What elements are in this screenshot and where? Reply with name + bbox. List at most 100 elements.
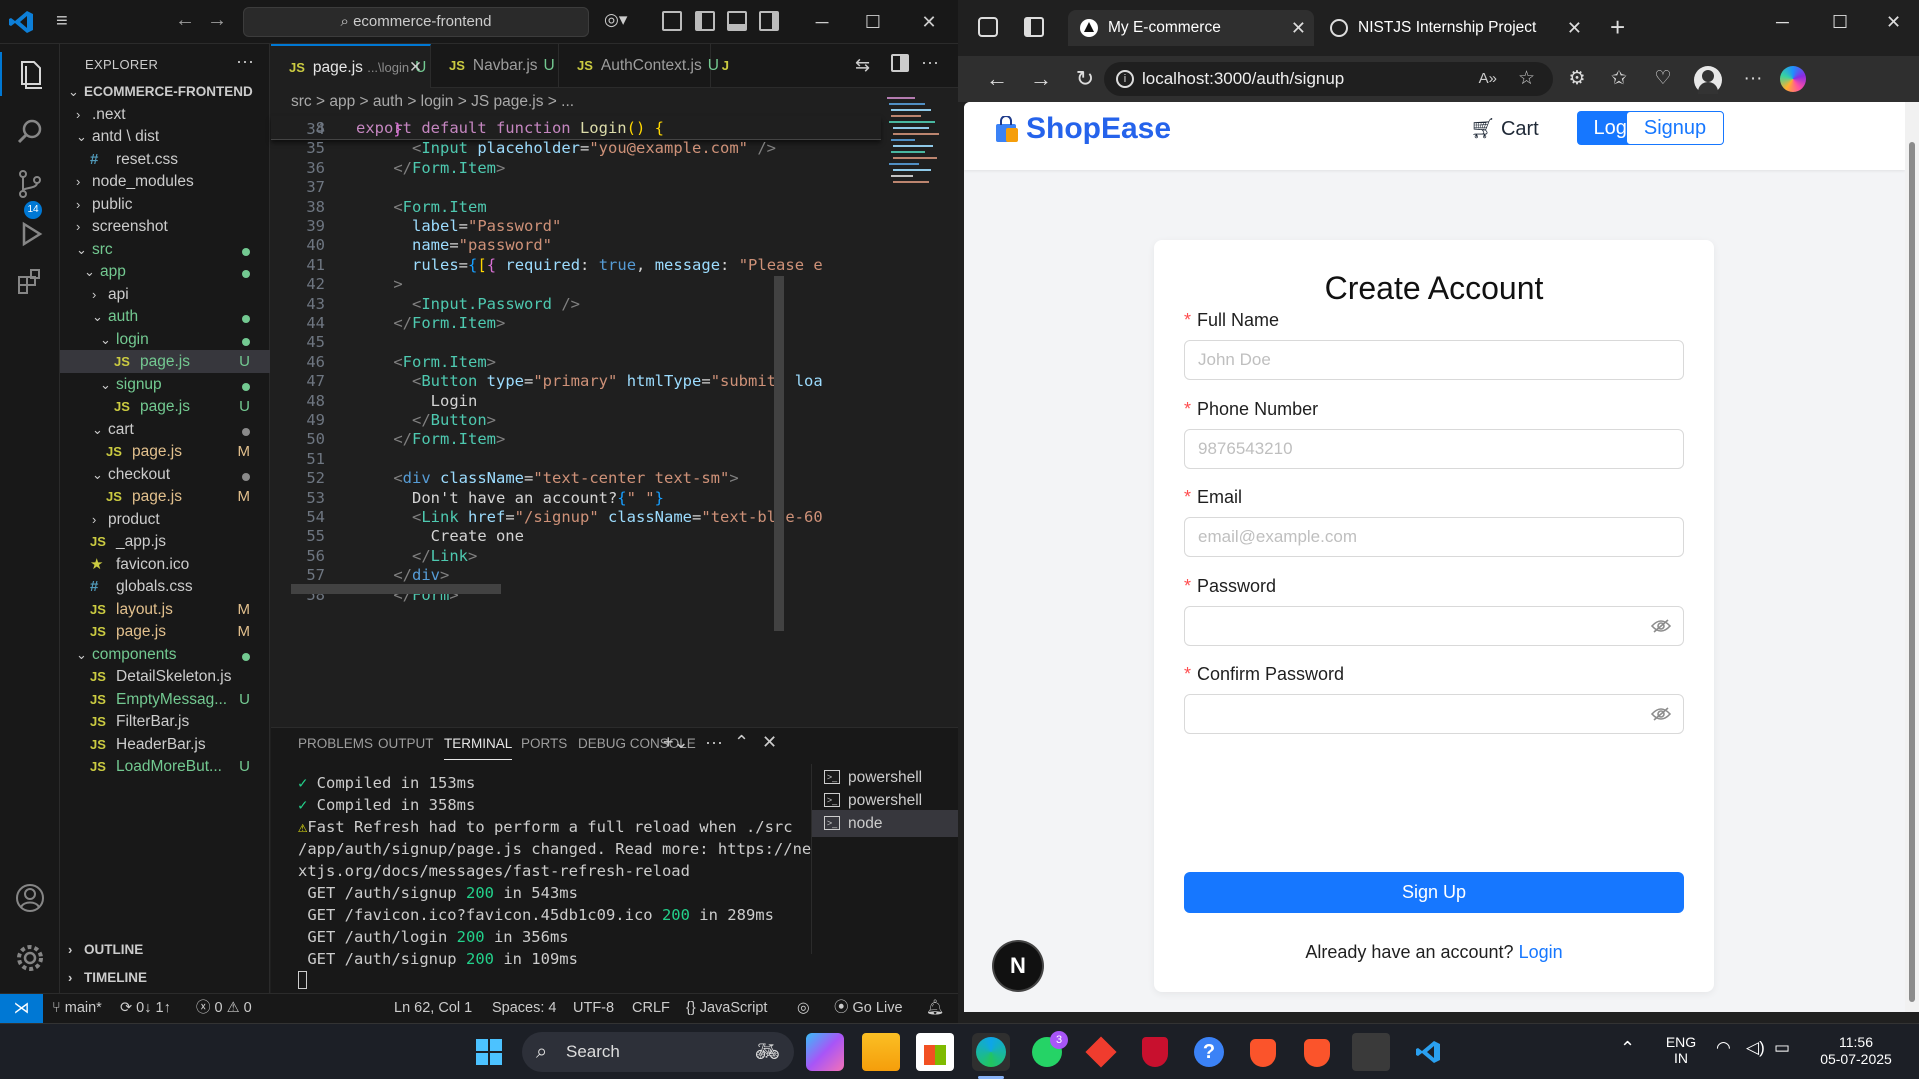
tree-file[interactable]: # reset.css	[60, 148, 270, 171]
code-line[interactable]: 57 </div>	[271, 566, 891, 585]
favorites-icon[interactable]: ✩	[1606, 66, 1632, 92]
full-name-input[interactable]: John Doe	[1184, 340, 1684, 380]
tree-folder[interactable]: ⌄ ECOMMERCE-FRONTEND	[60, 80, 270, 103]
tab-authcontext[interactable]: JS AuthContext.js U	[559, 44, 719, 88]
git-app-icon[interactable]	[1082, 1033, 1120, 1071]
editor-more-icon[interactable]: ···	[921, 52, 939, 73]
toggle-sidebar-icon[interactable]	[695, 11, 715, 31]
minimap[interactable]	[885, 94, 945, 224]
tree-file[interactable]: JS DetailSkeleton.js	[60, 665, 270, 688]
nextjs-dev-indicator[interactable]: N	[994, 942, 1042, 990]
site-brand[interactable]: ShopEase	[1026, 112, 1171, 146]
tree-folder[interactable]: › .next	[60, 103, 270, 126]
command-center-search[interactable]: ⌕ ecommerce-frontend	[243, 7, 589, 37]
run-debug-icon[interactable]	[12, 216, 48, 252]
menu-icon[interactable]: ≡	[56, 11, 80, 32]
cart-link[interactable]: 🛒︎ Cart	[1470, 116, 1539, 141]
tree-file[interactable]: JS LoadMoreBut... U	[60, 755, 270, 778]
problems-status[interactable]: ⓧ 0 ⚠ 0	[196, 994, 252, 1023]
eol-status[interactable]: CRLF	[632, 994, 670, 1023]
new-terminal-icon[interactable]: +⌄	[663, 732, 689, 753]
code-line[interactable]: 42 >	[271, 275, 891, 294]
tree-folder[interactable]: ⌄ src	[60, 238, 270, 261]
tree-file[interactable]: JS FilterBar.js	[60, 710, 270, 733]
search-icon[interactable]	[12, 114, 48, 150]
file-explorer-icon[interactable]	[862, 1033, 900, 1071]
back-arrow-icon[interactable]: ←	[982, 64, 1012, 94]
code-line[interactable]: 52 <div className="text-center text-sm">	[271, 469, 891, 488]
code-line[interactable]: 44 </Form.Item>	[271, 314, 891, 333]
vertical-tabs-icon[interactable]	[1024, 17, 1044, 37]
code-line[interactable]: 35 <Input placeholder="you@example.com" …	[271, 139, 891, 158]
code-line[interactable]: 39 label="Password"	[271, 217, 891, 236]
remote-indicator-icon[interactable]: ⋊	[0, 994, 43, 1023]
close-window-icon[interactable]: ✕	[1886, 12, 1901, 33]
code-line[interactable]: 51	[271, 450, 891, 469]
brave-app-icon[interactable]	[1244, 1033, 1282, 1071]
edge-browser-icon[interactable]	[972, 1033, 1010, 1071]
panel-tab-output[interactable]: OUTPUT	[378, 728, 434, 760]
language-indicator[interactable]: ENG IN	[1662, 1034, 1700, 1066]
tree-file[interactable]: JS page.js M	[60, 440, 270, 463]
browser-essentials-icon[interactable]: ♡	[1650, 66, 1676, 92]
code-line[interactable]: 41 rules={[{ required: true, message: "P…	[271, 256, 891, 275]
terminal-output[interactable]: ✓ Compiled in 153ms ✓ Compiled in 358ms ⚠F…	[298, 772, 818, 970]
toggle-secondary-sidebar-icon[interactable]	[759, 11, 779, 31]
tree-file[interactable]: JS _app.js	[60, 530, 270, 553]
site-info-icon[interactable]: i	[1116, 70, 1134, 88]
editor-horizontal-scrollbar[interactable]	[291, 584, 501, 594]
code-line[interactable]: 50 </Form.Item>	[271, 430, 891, 449]
copilot-status-icon[interactable]: ◎	[797, 994, 810, 1023]
tree-file[interactable]: JS page.js M	[60, 485, 270, 508]
browser-tab-my-ecommerce[interactable]: My E-commerce ✕	[1068, 10, 1314, 46]
tree-file[interactable]: JS page.js U	[60, 350, 270, 373]
tree-file[interactable]: # globals.css	[60, 575, 270, 598]
tray-chevron-icon[interactable]: ⌃	[1620, 1038, 1635, 1059]
settings-gear-icon[interactable]	[12, 940, 48, 976]
compare-changes-icon[interactable]: ⇆	[855, 55, 870, 76]
outline-section[interactable]: › OUTLINE	[60, 936, 270, 963]
tree-folder[interactable]: ⌄ cart	[60, 418, 270, 441]
more-actions-icon[interactable]: ···	[236, 51, 254, 72]
whatsapp-icon[interactable]: 3	[1028, 1031, 1068, 1071]
cursor-position[interactable]: Ln 62, Col 1	[394, 994, 472, 1023]
tree-file[interactable]: JS EmptyMessag... U	[60, 688, 270, 711]
tree-folder[interactable]: ⌄ checkout	[60, 463, 270, 486]
clock[interactable]: 11:56 05-07-2025	[1808, 1034, 1904, 1068]
tree-folder[interactable]: ⌄ antd \ dist	[60, 125, 270, 148]
code-line[interactable]: 46 <Form.Item>	[271, 353, 891, 372]
editor-app-icon[interactable]	[1352, 1033, 1390, 1071]
tree-folder[interactable]: › node_modules	[60, 170, 270, 193]
password-input[interactable]	[1184, 605, 1684, 646]
tree-folder[interactable]: › public	[60, 193, 270, 216]
maximize-icon[interactable]: ☐	[1832, 12, 1848, 33]
code-line[interactable]: 38 <Form.Item	[271, 198, 891, 217]
email-input[interactable]: email@example.com	[1184, 517, 1684, 558]
copilot-app-icon[interactable]	[806, 1033, 844, 1071]
eye-invisible-icon[interactable]	[1651, 706, 1671, 722]
indentation-status[interactable]: Spaces: 4	[492, 994, 557, 1023]
language-mode[interactable]: {} JavaScript	[686, 994, 767, 1023]
source-control-icon[interactable]	[12, 166, 48, 202]
tree-file[interactable]: JS HeaderBar.js	[60, 733, 270, 756]
close-panel-icon[interactable]: ✕	[762, 732, 777, 753]
taskbar-search[interactable]: ⌕ Search 🚲︎	[522, 1032, 794, 1072]
close-tab-icon[interactable]: ✕	[1567, 10, 1582, 46]
phone-number-input[interactable]: 9876543210	[1184, 428, 1684, 469]
workspaces-icon[interactable]	[978, 17, 998, 37]
wifi-icon[interactable]: ◠	[1716, 1038, 1731, 1058]
tab-navbar[interactable]: JS Navbar.js U	[431, 44, 559, 88]
eye-invisible-icon[interactable]	[1651, 618, 1671, 634]
code-line[interactable]: 53 Don't have an account?{" "}	[271, 489, 891, 508]
code-line[interactable]: 40 name="password"	[271, 236, 891, 255]
tree-folder[interactable]: ⌄ app	[60, 260, 270, 283]
profile-avatar[interactable]	[1694, 66, 1722, 94]
favorite-star-icon[interactable]: ☆	[1518, 62, 1535, 96]
new-tab-icon[interactable]: +	[1610, 12, 1625, 43]
page-scrollbar[interactable]	[1905, 102, 1919, 1012]
panel-more-icon[interactable]: ···	[705, 732, 723, 753]
signup-submit-button[interactable]: Sign Up	[1184, 872, 1684, 913]
forward-arrow-icon[interactable]: →	[206, 10, 228, 32]
maximize-icon[interactable]: ☐	[853, 8, 893, 36]
panel-tab-problems[interactable]: PROBLEMS	[298, 728, 373, 760]
